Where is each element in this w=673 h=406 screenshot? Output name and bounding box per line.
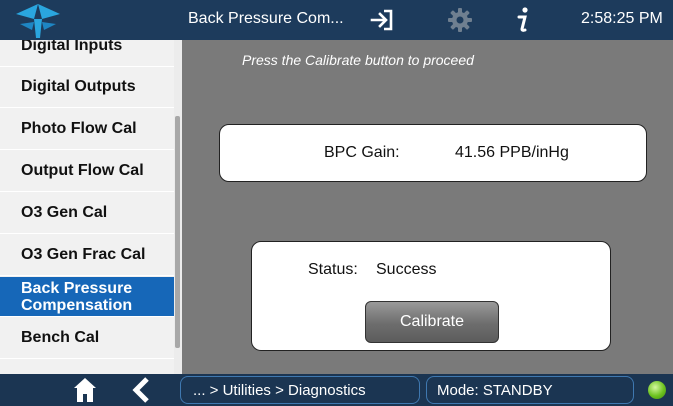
main-panel: Press the Calibrate button to proceed BP…: [182, 40, 673, 374]
sidebar-item-label: Back Pressure Compensation: [21, 279, 133, 314]
sidebar-item-digital-inputs[interactable]: Digital Inputs: [0, 40, 174, 67]
status-led-icon: [648, 381, 666, 399]
scrollbar-thumb[interactable]: [175, 116, 180, 348]
sidebar-item-label: Bench Cal: [21, 329, 100, 346]
gain-value: 41.56 PPB/inHg: [455, 144, 569, 161]
page-title: Back Pressure Com...: [188, 10, 344, 27]
exit-icon[interactable]: [370, 8, 394, 32]
footer-bar: ... > Utilities > Diagnostics Mode: STAN…: [0, 374, 673, 406]
sidebar-item-label: O3 Gen Cal: [21, 204, 108, 221]
status-label: Status:: [308, 261, 358, 278]
calibrate-button[interactable]: Calibrate: [365, 301, 499, 343]
logo-icon: [16, 4, 60, 38]
status-panel: Status: Success Calibrate: [251, 241, 611, 351]
gain-panel: BPC Gain: 41.56 PPB/inHg: [219, 124, 647, 182]
sidebar-item-output-flow-cal[interactable]: Output Flow Cal: [0, 151, 174, 192]
sidebar-item-o3-gen-cal[interactable]: O3 Gen Cal: [0, 193, 174, 234]
gear-icon[interactable]: [447, 7, 473, 33]
sidebar-item-label: Digital Outputs: [21, 78, 136, 95]
clock: 2:58:25 PM: [581, 10, 663, 27]
sidebar-item-label: Photo Flow Cal: [21, 120, 137, 137]
sidebar-menu[interactable]: Digital Inputs Digital Outputs Photo Flo…: [0, 40, 182, 374]
home-icon[interactable]: [73, 377, 97, 403]
sidebar-item-digital-outputs[interactable]: Digital Outputs: [0, 67, 174, 108]
breadcrumb[interactable]: ... > Utilities > Diagnostics: [180, 376, 420, 404]
instruction-text: Press the Calibrate button to proceed: [242, 52, 474, 68]
sidebar-item-bench-cal[interactable]: Bench Cal: [0, 318, 174, 359]
sidebar-item-label: Output Flow Cal: [21, 162, 144, 179]
sidebar-item-label: O3 Gen Frac Cal: [21, 246, 146, 263]
status-value: Success: [376, 261, 437, 278]
back-icon[interactable]: [131, 377, 151, 403]
gain-label: BPC Gain:: [324, 144, 400, 161]
mode-indicator: Mode: STANDBY: [426, 376, 634, 404]
sidebar-item-label: Digital Inputs: [21, 40, 123, 54]
header-bar: Back Pressure Com... 2:58:25 PM: [0, 0, 673, 40]
sidebar-item-back-pressure-compensation[interactable]: Back Pressure Compensation: [0, 277, 174, 317]
info-icon[interactable]: [512, 6, 534, 34]
sidebar-item-o3-gen-frac-cal[interactable]: O3 Gen Frac Cal: [0, 235, 174, 276]
sidebar-item-photo-flow-cal[interactable]: Photo Flow Cal: [0, 109, 174, 150]
